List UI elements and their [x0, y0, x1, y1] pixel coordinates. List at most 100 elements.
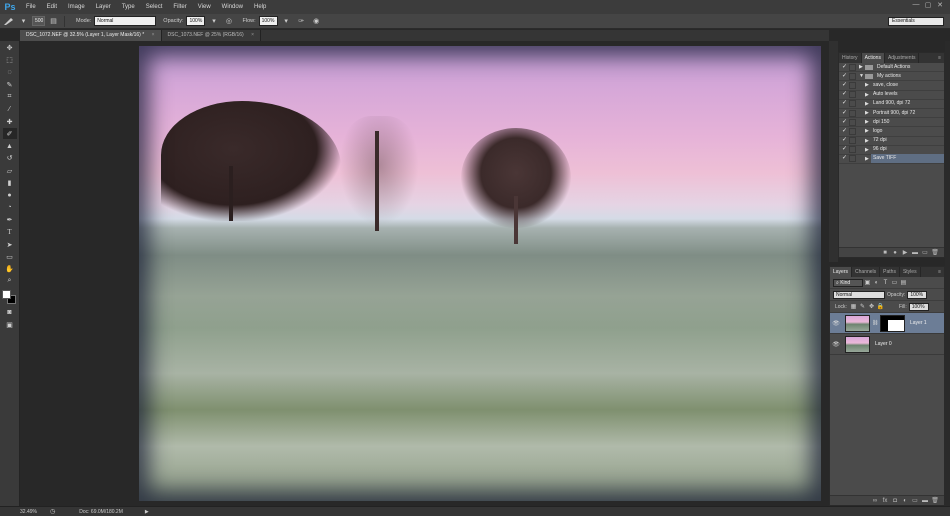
- maximize-button[interactable]: ▢: [922, 1, 934, 9]
- kind-filter-select[interactable]: ⌕ Kind: [833, 278, 863, 287]
- move-tool-icon[interactable]: ✥: [3, 42, 17, 53]
- layer-thumbnail[interactable]: [845, 335, 870, 353]
- stamp-tool-icon[interactable]: ▲: [3, 141, 17, 152]
- action-item[interactable]: ✓ ▶ Save TIFF: [839, 154, 944, 165]
- new-group-icon[interactable]: ▭: [910, 497, 920, 504]
- tab-channels[interactable]: Channels: [852, 267, 881, 277]
- airbrush-icon[interactable]: ✑: [295, 16, 308, 27]
- menu-view[interactable]: View: [198, 0, 211, 14]
- blend-mode-select[interactable]: Normal: [833, 290, 885, 299]
- toggle-check-icon[interactable]: ✓: [841, 146, 848, 153]
- eraser-tool-icon[interactable]: ▱: [3, 165, 17, 176]
- tab-paths[interactable]: Paths: [880, 267, 900, 277]
- shape-tool-icon[interactable]: ▭: [3, 251, 17, 262]
- tab-dsc-1072[interactable]: DSC_1072.NEF @ 32.5% (Layer 1, Layer Mas…: [20, 30, 162, 41]
- hand-tool-icon[interactable]: ✋: [3, 264, 17, 275]
- dialog-toggle-icon[interactable]: [849, 118, 856, 126]
- type-filter-icon[interactable]: T: [881, 280, 890, 286]
- toggle-check-icon[interactable]: ✓: [841, 73, 848, 80]
- stop-icon[interactable]: ■: [880, 250, 890, 256]
- toggle-check-icon[interactable]: ✓: [841, 119, 848, 126]
- panel-menu-icon[interactable]: ≡: [938, 267, 944, 277]
- menu-layer[interactable]: Layer: [96, 0, 111, 14]
- menu-window[interactable]: Window: [222, 0, 243, 14]
- new-action-icon[interactable]: ▭: [920, 249, 930, 256]
- foreground-color-swatch[interactable]: [1, 289, 11, 299]
- new-set-icon[interactable]: ▬: [910, 250, 920, 256]
- menu-edit[interactable]: Edit: [47, 0, 57, 14]
- menu-file[interactable]: File: [26, 0, 36, 14]
- type-tool-icon[interactable]: T: [3, 227, 17, 238]
- fill-input[interactable]: 100%: [908, 302, 929, 311]
- dialog-toggle-icon[interactable]: [849, 146, 856, 154]
- dialog-toggle-icon[interactable]: [849, 155, 856, 163]
- lock-all-icon[interactable]: 🔒: [876, 303, 885, 310]
- menu-select[interactable]: Select: [146, 0, 163, 14]
- lasso-tool-icon[interactable]: ◌: [3, 67, 17, 78]
- blur-tool-icon[interactable]: ●: [3, 190, 17, 201]
- lock-image-icon[interactable]: ✎: [858, 303, 867, 310]
- adjustment-layer-icon[interactable]: ◐: [900, 498, 910, 504]
- close-icon[interactable]: ×: [251, 32, 254, 38]
- eye-icon[interactable]: 👁: [830, 341, 842, 348]
- crop-tool-icon[interactable]: ⌗: [3, 91, 17, 102]
- gradient-tool-icon[interactable]: ▮: [3, 178, 17, 189]
- layer-opacity-input[interactable]: 100%: [907, 290, 928, 299]
- status-info-icon[interactable]: ◷: [50, 508, 55, 515]
- chevron-down-icon[interactable]: ▾: [280, 16, 293, 27]
- tab-actions[interactable]: Actions: [861, 53, 885, 63]
- toggle-check-icon[interactable]: ✓: [841, 64, 848, 71]
- layer-name[interactable]: Layer 0: [875, 341, 892, 347]
- menu-image[interactable]: Image: [68, 0, 85, 14]
- dialog-toggle-icon[interactable]: [849, 100, 856, 108]
- toggle-check-icon[interactable]: ✓: [841, 82, 848, 89]
- brush-panel-toggle-icon[interactable]: ▤: [47, 16, 60, 27]
- zoom-tool-icon[interactable]: ⌕: [3, 276, 17, 287]
- add-mask-icon[interactable]: ◘: [890, 498, 900, 504]
- pixel-filter-icon[interactable]: ▣: [863, 279, 872, 286]
- brush-size-preview[interactable]: 500: [32, 16, 45, 26]
- tab-dsc-1073[interactable]: DSC_1073.NEF @ 25% (RGB/16) ×: [161, 30, 262, 41]
- screen-mode-icon[interactable]: ▣: [3, 320, 17, 331]
- document-canvas-image[interactable]: [139, 46, 821, 501]
- opacity-input[interactable]: 100%: [186, 16, 206, 26]
- eye-icon[interactable]: 👁: [830, 320, 842, 327]
- tab-adjustments[interactable]: Adjustments: [885, 53, 920, 63]
- trash-icon[interactable]: 🗑: [930, 249, 940, 256]
- zoom-level[interactable]: 32.49%: [20, 509, 50, 515]
- layer-row[interactable]: 👁 Layer 0: [830, 334, 944, 355]
- new-layer-icon[interactable]: ▬: [920, 498, 930, 504]
- path-select-tool-icon[interactable]: ➤: [3, 239, 17, 250]
- tab-styles[interactable]: Styles: [900, 267, 921, 277]
- toggle-check-icon[interactable]: ✓: [841, 128, 848, 135]
- quick-select-tool-icon[interactable]: ✎: [3, 79, 17, 90]
- quick-mask-icon[interactable]: ◙: [3, 307, 17, 318]
- lock-transparent-icon[interactable]: ▦: [849, 303, 858, 310]
- workspace-select[interactable]: Essentials: [888, 17, 944, 26]
- canvas-area[interactable]: [20, 41, 829, 506]
- chevron-down-icon[interactable]: ▾: [17, 16, 30, 27]
- layer-style-icon[interactable]: fx: [880, 498, 890, 504]
- brush-tool-icon[interactable]: ✐: [2, 128, 17, 140]
- history-brush-tool-icon[interactable]: ↺: [3, 153, 17, 164]
- dialog-toggle-icon[interactable]: [849, 63, 856, 71]
- dodge-tool-icon[interactable]: ◔: [3, 202, 17, 213]
- close-icon[interactable]: ×: [152, 32, 155, 38]
- dialog-toggle-icon[interactable]: [849, 91, 856, 99]
- panel-collapse-strip[interactable]: [829, 41, 838, 262]
- spot-heal-tool-icon[interactable]: ✚: [3, 116, 17, 127]
- dialog-toggle-icon[interactable]: [849, 137, 856, 145]
- smart-object-filter-icon[interactable]: ▤: [899, 279, 908, 286]
- dialog-toggle-icon[interactable]: [849, 81, 856, 89]
- panel-menu-icon[interactable]: ≡: [938, 53, 944, 63]
- shape-filter-icon[interactable]: ▭: [890, 279, 899, 286]
- mode-select[interactable]: Normal: [94, 16, 157, 26]
- lock-position-icon[interactable]: ✥: [867, 303, 876, 310]
- dialog-toggle-icon[interactable]: [849, 109, 856, 117]
- menu-type[interactable]: Type: [122, 0, 135, 14]
- flow-input[interactable]: 100%: [258, 16, 278, 26]
- pressure-size-icon[interactable]: ◉: [310, 16, 323, 27]
- color-swatches[interactable]: [1, 289, 18, 306]
- menu-filter[interactable]: Filter: [173, 0, 186, 14]
- adjustment-filter-icon[interactable]: ◐: [872, 280, 881, 286]
